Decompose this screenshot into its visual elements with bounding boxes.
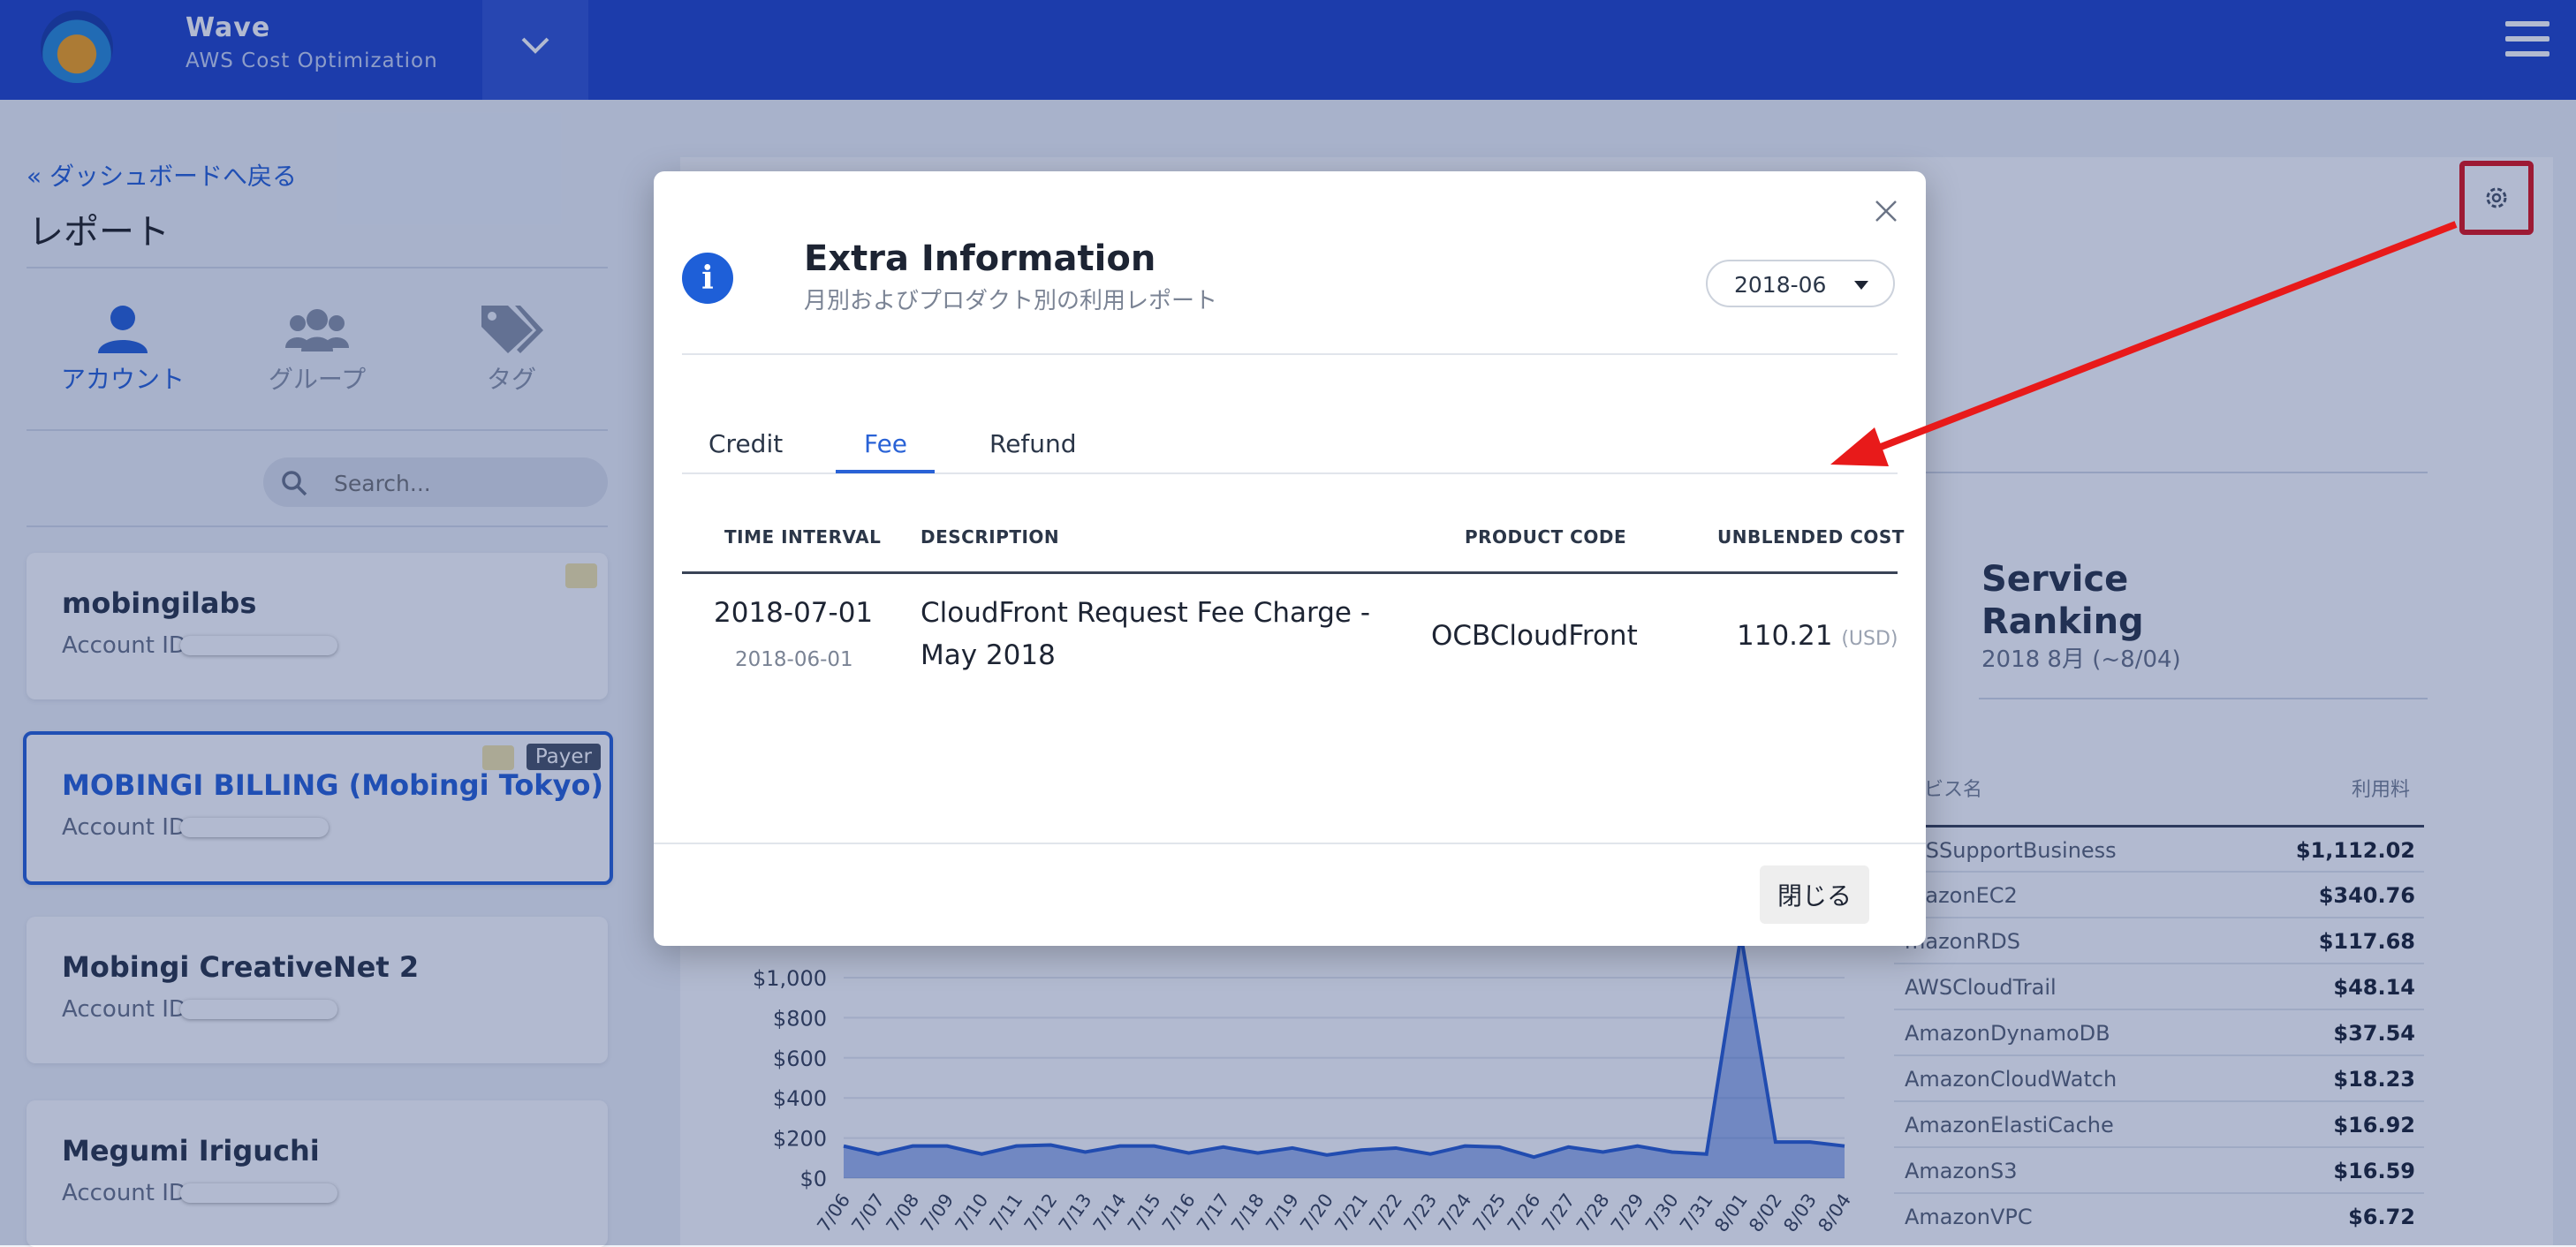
annotation-arrow — [1830, 221, 2458, 466]
